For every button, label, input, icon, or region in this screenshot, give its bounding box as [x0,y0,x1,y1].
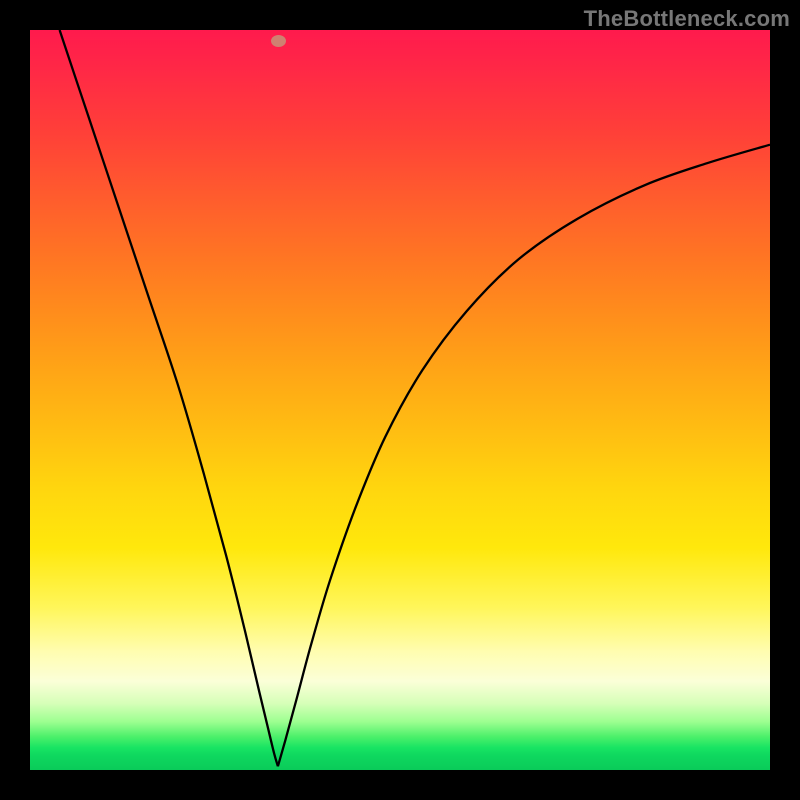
optimum-marker [271,35,286,47]
bottleneck-curve [30,30,770,770]
plot-area [30,30,770,770]
chart-frame: TheBottleneck.com [0,0,800,800]
curve-right-branch [278,145,770,767]
watermark-text: TheBottleneck.com [584,6,790,32]
curve-left-branch [60,30,278,766]
